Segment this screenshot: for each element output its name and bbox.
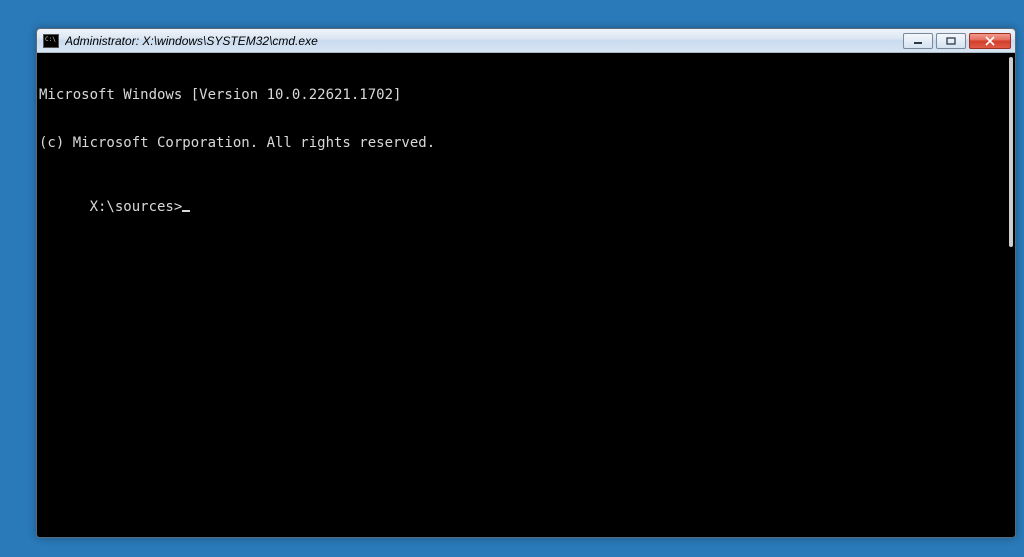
maximize-button[interactable] [936,33,966,49]
close-icon [984,36,996,46]
scrollbar[interactable] [1009,57,1013,247]
titlebar[interactable]: Administrator: X:\windows\SYSTEM32\cmd.e… [37,29,1015,53]
window-title: Administrator: X:\windows\SYSTEM32\cmd.e… [65,34,903,48]
prompt-text: X:\sources> [90,199,183,215]
minimize-button[interactable] [903,33,933,49]
maximize-icon [946,37,956,45]
minimize-icon [913,37,923,45]
client-area: Microsoft Windows [Version 10.0.22621.17… [37,53,1015,537]
cmd-icon [43,34,59,48]
terminal-line: (c) Microsoft Corporation. All rights re… [39,135,1003,151]
terminal[interactable]: Microsoft Windows [Version 10.0.22621.17… [37,53,1003,537]
cmd-window: Administrator: X:\windows\SYSTEM32\cmd.e… [36,28,1016,538]
window-controls [903,33,1011,49]
close-button[interactable] [969,33,1011,49]
terminal-line: Microsoft Windows [Version 10.0.22621.17… [39,87,1003,103]
prompt-line: X:\sources> [90,199,191,215]
cursor [182,210,190,212]
